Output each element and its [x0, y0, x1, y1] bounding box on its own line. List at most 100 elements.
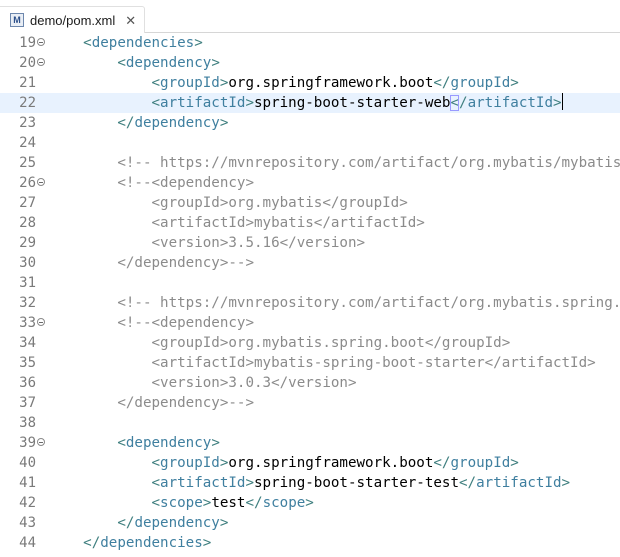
code-line[interactable]: 43 </dependency>	[0, 513, 620, 533]
code-line[interactable]: 23 </dependency>	[0, 113, 620, 133]
tag-bracket: /	[459, 95, 468, 111]
matching-bracket-highlight: <	[450, 95, 460, 111]
tag-bracket: </	[433, 75, 451, 91]
tag-name: scope	[262, 495, 306, 511]
text-content	[49, 95, 152, 111]
code-text: <artifactId>mybatis-spring-boot-starter<…	[49, 353, 595, 373]
tag-bracket: >	[202, 535, 212, 551]
tag-bracket: <	[151, 95, 161, 111]
fold-collapse-icon[interactable]	[37, 38, 45, 46]
code-text: </dependency>-->	[49, 253, 254, 273]
fold-collapse-icon[interactable]	[37, 318, 45, 326]
tag-name: scope	[160, 495, 203, 511]
tag-bracket: </	[117, 115, 135, 131]
code-line[interactable]: 28 <artifactId>mybatis</artifactId>	[0, 213, 620, 233]
text-content	[49, 515, 117, 531]
code-text: <groupId>org.mybatis</groupId>	[49, 193, 408, 213]
tag-bracket: >	[245, 95, 255, 111]
code-line[interactable]: 40 <groupId>org.springframework.boot</gr…	[0, 453, 620, 473]
xml-comment: <!-- https://mvnrepository.com/artifact/…	[117, 295, 620, 311]
code-text: <groupId>org.springframework.boot</group…	[49, 453, 519, 473]
text-content: spring-boot-starter-test	[254, 475, 460, 491]
text-content	[49, 35, 83, 51]
code-line[interactable]: 27 <groupId>org.mybatis</groupId>	[0, 193, 620, 213]
text-content	[49, 435, 117, 451]
xml-comment: <version>3.0.3</version>	[49, 375, 357, 391]
line-number: 39	[19, 435, 36, 451]
code-line[interactable]: 37 </dependency>-->	[0, 393, 620, 413]
line-number: 38	[19, 415, 36, 431]
code-line[interactable]: 30 </dependency>-->	[0, 253, 620, 273]
code-line[interactable]: 39 <dependency>	[0, 433, 620, 453]
tag-bracket: >	[305, 495, 314, 511]
maven-pom-file-icon: M	[10, 13, 24, 27]
xml-comment: </dependency>-->	[49, 255, 254, 271]
tag-bracket: >	[553, 95, 562, 111]
line-number: 25	[19, 155, 36, 171]
text-content: test	[211, 495, 246, 511]
code-line[interactable]: 36 <version>3.0.3</version>	[0, 373, 620, 393]
xml-source-editor[interactable]: 19 <dependencies> 20 <dependency> 21 <grou…	[0, 33, 620, 557]
code-line[interactable]: 25 <!-- https://mvnrepository.com/artifa…	[0, 153, 620, 173]
tag-bracket: >	[510, 75, 519, 91]
fold-collapse-icon[interactable]	[37, 178, 45, 186]
tag-bracket: >	[561, 475, 571, 491]
code-text: <version>3.0.3</version>	[49, 373, 357, 393]
code-line[interactable]: 21 <groupId>org.springframework.boot</gr…	[0, 73, 620, 93]
code-line[interactable]: 29 <version>3.5.16</version>	[0, 233, 620, 253]
code-text: </dependencies>	[49, 533, 211, 553]
line-number: 30	[19, 255, 36, 271]
line-number: 26	[19, 175, 36, 191]
code-line[interactable]: 42 <scope>test</scope>	[0, 493, 620, 513]
code-text: <!-- https://mvnrepository.com/artifact/…	[49, 153, 620, 173]
code-text: <artifactId>spring-boot-starter-web</art…	[49, 93, 563, 113]
tag-bracket: <	[117, 55, 126, 71]
tag-name: dependency	[125, 55, 212, 71]
text-content	[49, 155, 117, 171]
code-line[interactable]: 33 <!--<dependency>	[0, 313, 620, 333]
code-text: <!--<dependency>	[49, 313, 254, 333]
text-content	[49, 75, 152, 91]
text-content	[49, 475, 152, 491]
line-number: 41	[19, 475, 36, 491]
close-icon[interactable]: ✕	[125, 14, 136, 27]
xml-comment: <!--<dependency>	[117, 315, 255, 331]
code-line[interactable]: 24	[0, 133, 620, 153]
fold-collapse-icon[interactable]	[37, 58, 45, 66]
xml-comment: <groupId>org.mybatis</groupId>	[49, 195, 408, 211]
code-line[interactable]: 35 <artifactId>mybatis-spring-boot-start…	[0, 353, 620, 373]
tag-bracket: </	[245, 495, 263, 511]
text-content	[49, 55, 117, 71]
tag-bracket: </	[433, 455, 451, 471]
code-line[interactable]: 19 <dependencies>	[0, 33, 620, 53]
code-line[interactable]: 41 <artifactId>spring-boot-starter-test<…	[0, 473, 620, 493]
code-line[interactable]: 34 <groupId>org.mybatis.spring.boot</gro…	[0, 333, 620, 353]
code-text: <scope>test</scope>	[49, 493, 314, 513]
editor-tab-pom-xml[interactable]: M demo/pom.xml ✕	[0, 6, 146, 33]
tag-bracket: </	[83, 535, 101, 551]
tag-bracket: <	[151, 75, 161, 91]
code-line[interactable]: 26 <!--<dependency>	[0, 173, 620, 193]
text-content: org.springframework.boot	[228, 455, 434, 471]
code-line[interactable]: 44 </dependencies>	[0, 533, 620, 553]
code-line-current[interactable]: 22 <artifactId>spring-boot-starter-web</…	[0, 93, 620, 113]
line-number: 32	[19, 295, 36, 311]
tag-bracket: >	[194, 35, 203, 51]
tag-name: dependencies	[91, 35, 195, 51]
fold-collapse-icon[interactable]	[37, 438, 45, 446]
xml-comment: <artifactId>mybatis</artifactId>	[49, 215, 425, 231]
code-line[interactable]: 20 <dependency>	[0, 53, 620, 73]
line-number: 19	[19, 35, 36, 51]
tag-name: groupId	[450, 455, 511, 471]
tag-name: artifactId	[160, 475, 246, 491]
tag-bracket: <	[83, 35, 92, 51]
code-line[interactable]: 32 <!-- https://mvnrepository.com/artifa…	[0, 293, 620, 313]
xml-comment: <!-- https://mvnrepository.com/artifact/…	[117, 155, 620, 171]
editor-tab-bar: M demo/pom.xml ✕	[0, 0, 620, 33]
code-line[interactable]: 38	[0, 413, 620, 433]
line-number: 28	[19, 215, 36, 231]
text-content	[49, 495, 152, 511]
code-line[interactable]: 31	[0, 273, 620, 293]
line-number: 42	[19, 495, 36, 511]
code-text: <dependency>	[49, 53, 220, 73]
